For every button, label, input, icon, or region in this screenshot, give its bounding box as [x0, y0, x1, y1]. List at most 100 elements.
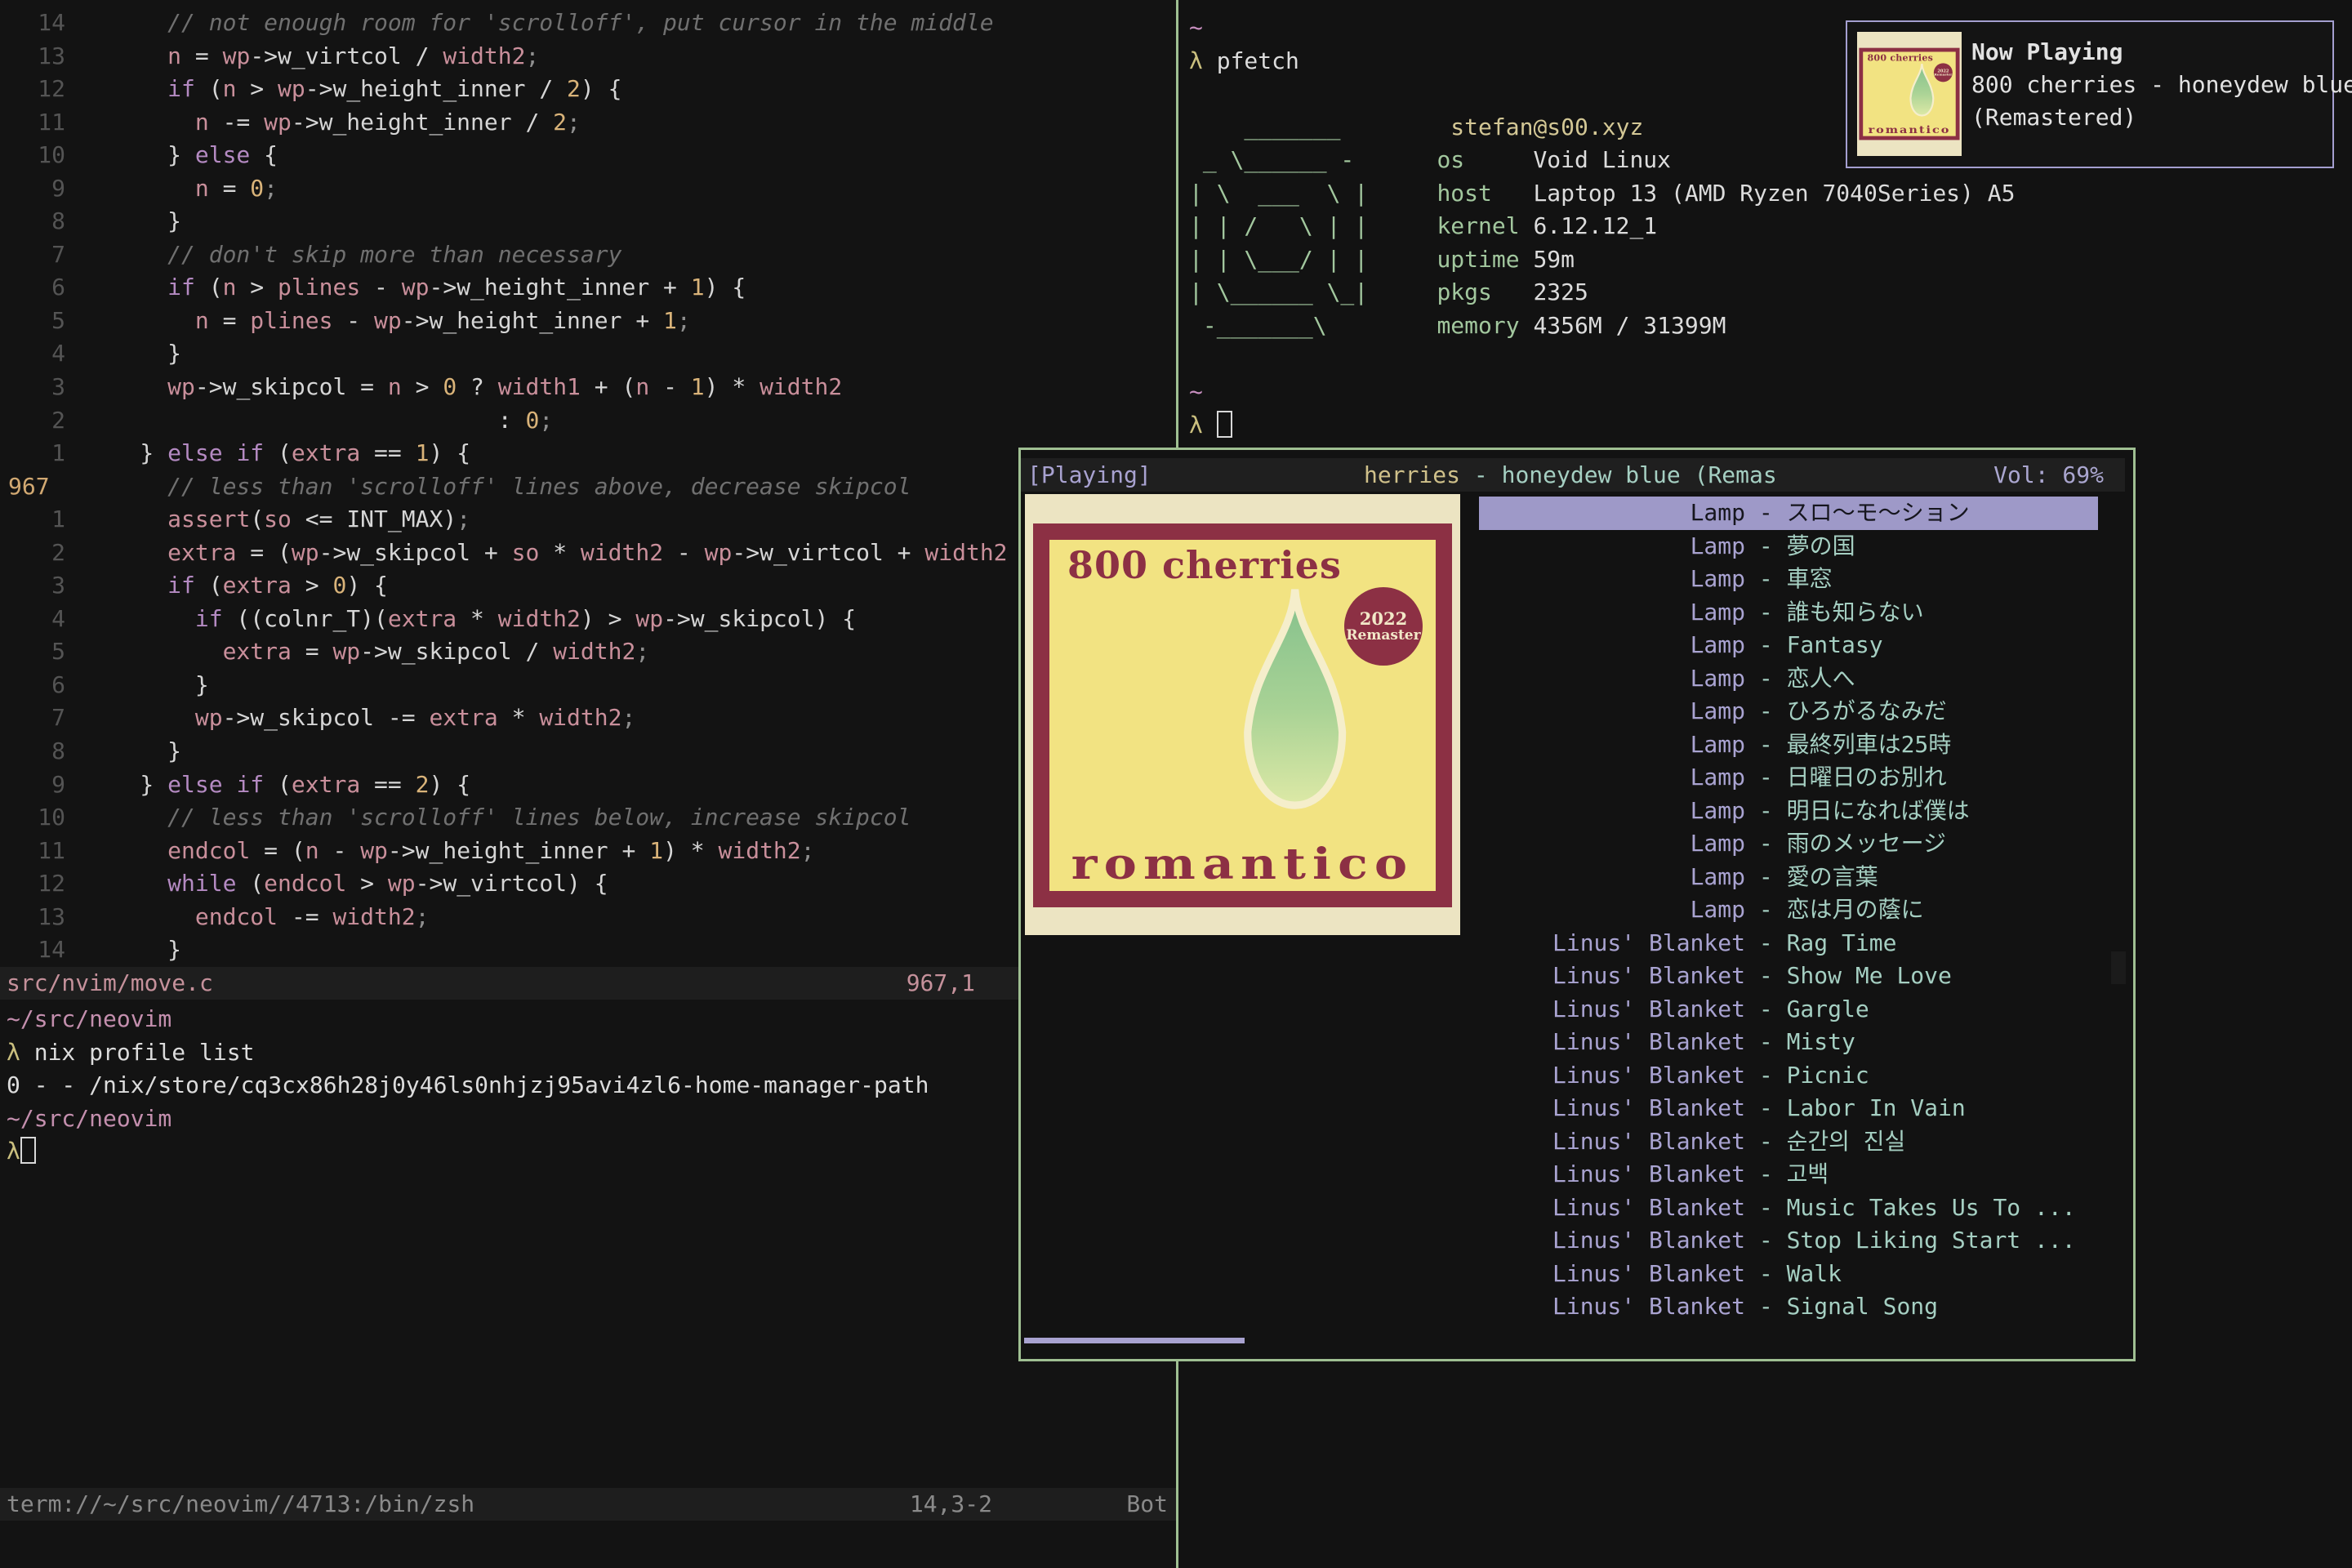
album-cover-inner: 800 cherries 2022 Remaster [1049, 540, 1436, 891]
terminal-line: ~ [1178, 376, 2352, 409]
playlist-separator: - [1745, 497, 1787, 530]
playlist-separator: - [1745, 1026, 1787, 1059]
terminal-line: λ [1178, 409, 2352, 443]
playlist-separator: - [1745, 563, 1787, 596]
playlist-separator: - [1745, 827, 1787, 861]
code-line: 13 n = wp->w_virtcol / width2; [0, 40, 1176, 74]
playlist-item[interactable]: Lamp - 車窓 [1479, 563, 2098, 596]
player-state-badge: [Playing] [1027, 458, 1152, 492]
code-line: 7 wp->w_skipcol -= extra * width2; [0, 702, 1176, 735]
playlist-title: Gargle [1787, 993, 1869, 1027]
music-player-window[interactable]: [Playing] herries - honeydew blue (Remas… [1018, 448, 2136, 1361]
playlist-item[interactable]: Linus' Blanket - Misty [1479, 1026, 2098, 1059]
line-number-relative: 6 [0, 669, 65, 702]
line-number-relative: 12 [0, 73, 65, 106]
album-title-text: romantico [1025, 840, 1460, 889]
playlist-title: 雨のメッセージ [1787, 827, 1946, 861]
playlist-artist: Lamp [1479, 497, 1745, 530]
playlist-artist: Linus' Blanket [1479, 993, 1745, 1027]
notification-text: Now Playing 800 cherries - honeydew blue (… [1971, 36, 2352, 134]
playlist-title: 最終列車は25時 [1787, 728, 1952, 762]
playlist-item[interactable]: Lamp - 最終列車は25時 [1479, 728, 2098, 762]
code-line: 1 } else if (extra == 1) { [0, 437, 1176, 470]
playlist-item[interactable]: Linus' Blanket - 고백 [1479, 1158, 2098, 1192]
playlist-item[interactable]: Linus' Blanket - Music Takes Us To ... [1479, 1192, 2098, 1225]
playlist-item[interactable]: Lamp - 明日になれば僕は [1479, 795, 2098, 828]
playlist-separator: - [1745, 927, 1787, 960]
notification-line2: (Remastered) [1971, 104, 2136, 131]
playlist-artist: Lamp [1479, 827, 1745, 861]
playlist-separator: - [1745, 993, 1787, 1027]
playlist-item[interactable]: Linus' Blanket - Signal Song [1479, 1290, 2098, 1324]
notification-line1: 800 cherries - honeydew blue [1971, 71, 2352, 98]
playlist-item[interactable]: Lamp - Fantasy [1479, 629, 2098, 662]
album-cover-small: 800 cherries 2022 Remaster [1857, 41, 1962, 147]
playlist-title: 日曜日のお別れ [1787, 761, 1947, 795]
desktop: { "colors": { "background": "#131313", "… [0, 0, 2352, 1568]
line-number-relative: 1 [0, 437, 65, 470]
code-line: 5 n = plines - wp->w_height_inner + 1; [0, 305, 1176, 338]
statusline-terminal-name: term://~/src/neovim//4713:/bin/zsh [7, 1488, 474, 1521]
playlist-item[interactable]: Lamp - 日曜日のお別れ [1479, 761, 2098, 795]
playlist-separator: - [1745, 861, 1787, 894]
playlist-title: Picnic [1787, 1059, 1869, 1093]
playlist-item[interactable]: Lamp - 恋人へ [1479, 662, 2098, 696]
playlist-artist: Lamp [1479, 662, 1745, 696]
scrollbar-thumb[interactable] [2111, 951, 2126, 984]
playlist-item[interactable]: Lamp - 誰も知らない [1479, 596, 2098, 630]
playlist-separator: - [1745, 1290, 1787, 1324]
playlist-item[interactable]: Linus' Blanket - Walk [1479, 1258, 2098, 1291]
code-editor[interactable]: 14 // not enough room for 'scrolloff', p… [0, 7, 1176, 967]
line-number-current: 967 [0, 470, 65, 504]
terminal-statusline: term://~/src/neovim//4713:/bin/zsh 14,3-… [0, 1488, 1176, 1521]
now-playing-notification[interactable]: 800 cherries 2022 Remaster [1846, 20, 2334, 168]
playlist-item[interactable]: Lamp - ひろがるなみだ [1479, 695, 2098, 728]
line-number-relative: 12 [0, 867, 65, 901]
playlist-artist: Linus' Blanket [1479, 1192, 1745, 1225]
playlist-title: 明日になれば僕は [1787, 795, 1970, 828]
code-line: 10 } else { [0, 139, 1176, 172]
code-line: 8 } [0, 735, 1176, 768]
playlist-item[interactable]: Linus' Blanket - Show Me Love [1479, 960, 2098, 993]
playlist-item[interactable]: Lamp - 雨のメッセージ [1479, 827, 2098, 861]
playlist-title: 愛の言葉 [1787, 861, 1878, 894]
playlist-item[interactable]: Lamp - 愛の言葉 [1479, 861, 2098, 894]
code-line: 2 extra = (wp->w_skipcol + so * width2 -… [0, 537, 1176, 570]
playlist-title: Signal Song [1787, 1290, 1938, 1324]
playlist-title: Show Me Love [1787, 960, 1952, 993]
line-number-relative: 5 [0, 305, 65, 338]
playlist-item[interactable]: Linus' Blanket - Labor In Vain [1479, 1092, 2098, 1125]
playlist-item[interactable]: Linus' Blanket - 순간의 진실 [1479, 1125, 2098, 1159]
line-number-relative: 5 [0, 635, 65, 669]
line-number-relative: 10 [0, 801, 65, 835]
playlist-title: Labor In Vain [1787, 1092, 1966, 1125]
line-number-relative: 3 [0, 569, 65, 603]
playlist-artist: Linus' Blanket [1479, 1258, 1745, 1291]
line-number-relative: 11 [0, 106, 65, 140]
embedded-terminal-buffer[interactable]: ~/src/neovimλ nix profile list0 - - /nix… [0, 1003, 1176, 1169]
code-line: 11 endcol = (n - wp->w_height_inner + 1)… [0, 835, 1176, 868]
terminal-line: ~/src/neovim [0, 1003, 1176, 1036]
code-line: 8 } [0, 205, 1176, 238]
line-number-relative: 6 [0, 271, 65, 305]
playlist-item[interactable]: Linus' Blanket - Picnic [1479, 1059, 2098, 1093]
playlist-title: 恋人へ [1787, 662, 1855, 696]
playlist-title: Walk [1787, 1258, 1842, 1291]
player-title-artist: herries [1364, 461, 1460, 488]
playlist-item[interactable]: Lamp - 夢の国 [1479, 530, 2098, 564]
playlist-item[interactable]: Linus' Blanket - Rag Time [1479, 927, 2098, 960]
line-number-relative: 2 [0, 404, 65, 438]
notification-title: Now Playing [1971, 38, 2123, 65]
playlist-artist: Linus' Blanket [1479, 960, 1745, 993]
statusline-terminal-position: 14,3-2 [910, 1488, 992, 1521]
playlist[interactable]: Lamp - スロ～モ～ションLamp - 夢の国Lamp - 車窓Lamp -… [1479, 497, 2098, 1324]
playlist-item[interactable]: Linus' Blanket - Gargle [1479, 993, 2098, 1027]
playlist-item[interactable]: Lamp - 恋は月の蔭に [1479, 893, 2098, 927]
nvim-pane[interactable]: 14 // not enough room for 'scrolloff', p… [0, 0, 1176, 1568]
player-track-title: herries - honeydew blue (Remas [1364, 458, 1777, 492]
playlist-item-selected[interactable]: Lamp - スロ～モ～ション [1479, 497, 2098, 530]
playlist-separator: - [1745, 629, 1787, 662]
playlist-title: Misty [1787, 1026, 1855, 1059]
progress-bar[interactable] [1024, 1338, 1245, 1343]
playlist-item[interactable]: Linus' Blanket - Stop Liking Start ... [1479, 1224, 2098, 1258]
